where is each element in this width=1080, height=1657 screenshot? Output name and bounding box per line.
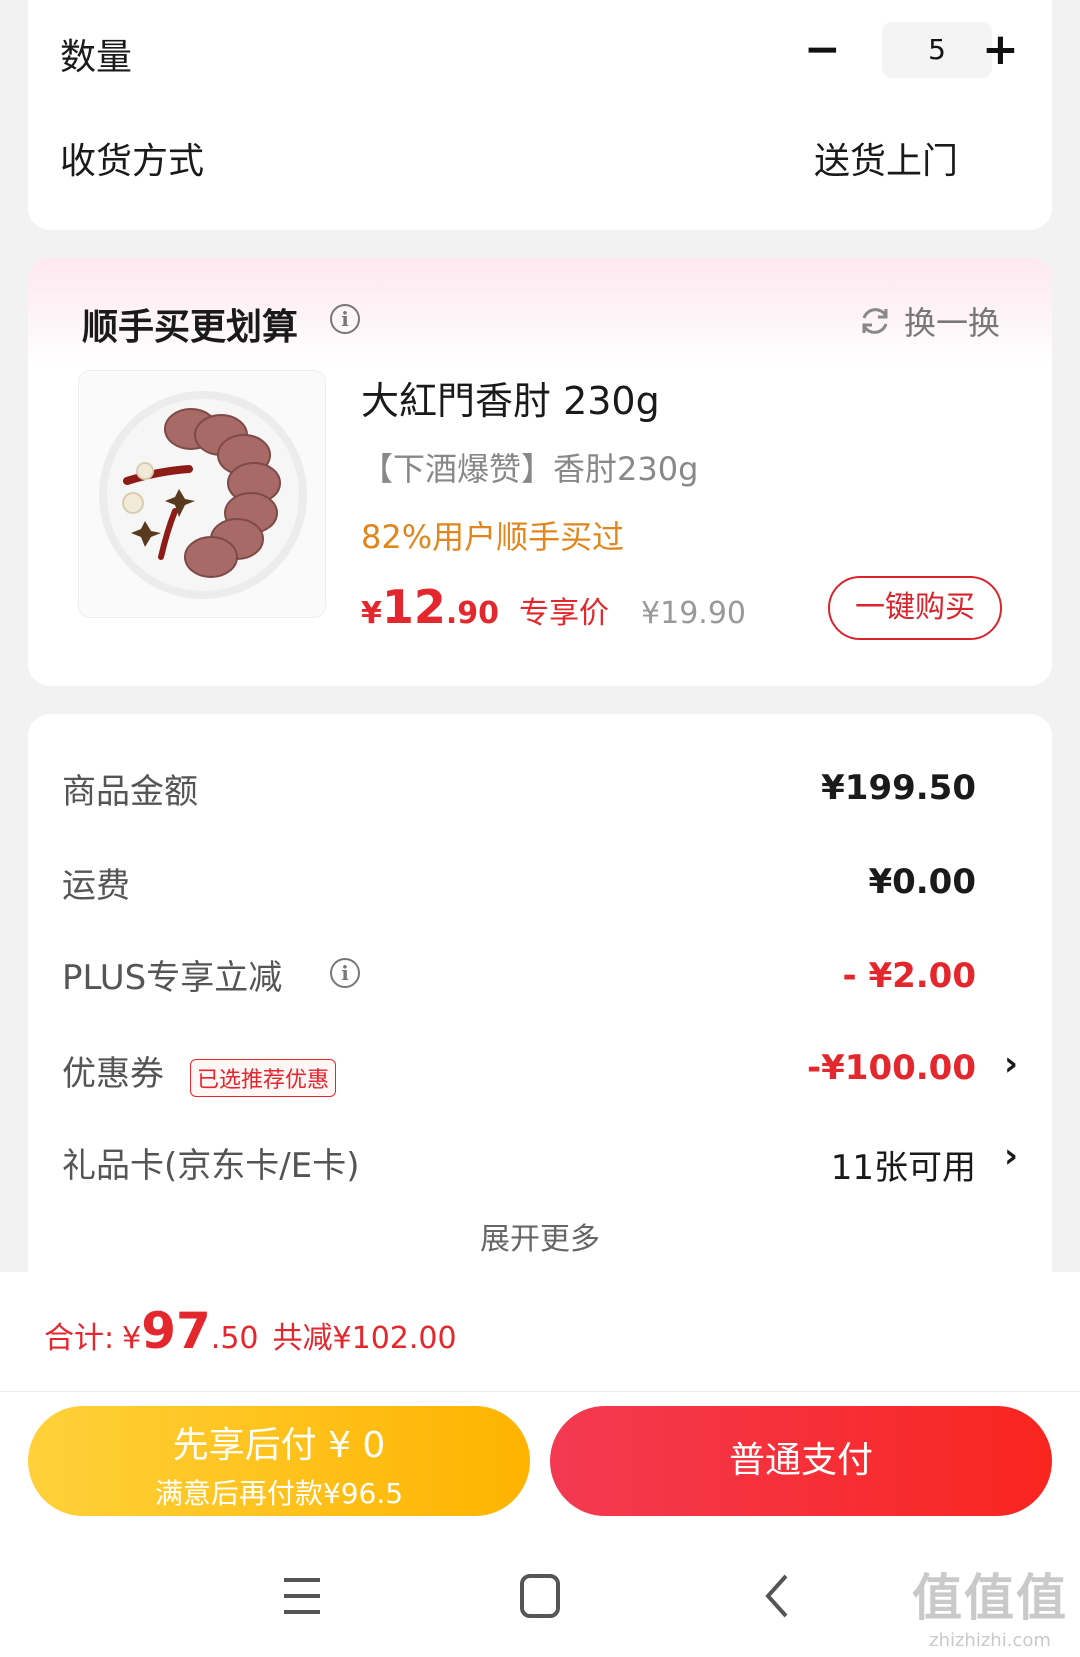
product-price: ¥ 12 .90 专享价 ¥19.90 — [361, 580, 746, 634]
order-total: 合计: ¥ 97 .50 共减¥102.00 — [44, 1302, 457, 1360]
system-nav-bar: 值值值 zhizhizhi.com — [0, 1532, 1080, 1657]
quantity-value[interactable]: 5 — [882, 22, 992, 78]
payment-bar: 先享后付 ¥ 0 满意后再付款¥96.5 普通支付 — [0, 1392, 1080, 1532]
order-options-card: 数量 − 5 + 收货方式 送货上门 — [28, 0, 1052, 230]
plus-discount-label: PLUS专享立减 — [62, 958, 283, 998]
one-click-buy-button[interactable]: 一键购买 — [828, 576, 1002, 640]
gift-card-label: 礼品卡(京东卡/E卡) — [62, 1146, 360, 1186]
goods-amount-label: 商品金额 — [62, 772, 198, 812]
delivery-method-label: 收货方式 — [60, 141, 205, 182]
price-symbol: ¥ — [361, 596, 382, 631]
info-icon[interactable]: i — [330, 304, 360, 334]
product-tag: 82%用户顺手买过 — [361, 518, 625, 556]
pay-later-subtitle: 满意后再付款¥96.5 — [154, 1477, 404, 1510]
refresh-label: 换一换 — [903, 304, 1000, 342]
product-name[interactable]: 大紅門香肘 230g — [361, 370, 660, 425]
total-label: 合计: — [44, 1321, 115, 1356]
total-decimal: .50 — [210, 1321, 259, 1356]
pay-later-title: 先享后付 ¥ 0 — [172, 1425, 386, 1466]
price-integer: 12 — [381, 580, 446, 634]
product-subtitle: 【下酒爆赞】香肘230g — [361, 450, 699, 488]
back-icon[interactable] — [748, 1568, 808, 1624]
coupon-chevron-icon[interactable]: › — [1004, 1044, 1018, 1084]
watermark-url: zhizhizhi.com — [929, 1630, 1051, 1651]
plus-discount-value: - ¥2.00 — [842, 956, 977, 996]
total-symbol: ¥ — [122, 1321, 142, 1356]
price-decimal: .90 — [445, 596, 500, 631]
quantity-decrease-button[interactable]: − — [804, 28, 841, 72]
watermark: 值值值 zhizhizhi.com — [912, 1558, 1068, 1651]
normal-pay-button[interactable]: 普通支付 — [550, 1406, 1052, 1516]
shipping-value: ¥0.00 — [868, 862, 976, 902]
coupon-value[interactable]: -¥100.00 — [807, 1048, 976, 1088]
sliced-pork-image — [99, 391, 307, 599]
upsell-card: 顺手买更划算 i 换一换 大紅門香肘 230g 【下酒爆赞】香肘230g 82%… — [28, 258, 1052, 686]
total-integer: 97 — [141, 1302, 211, 1360]
coupon-label: 优惠券 — [62, 1054, 164, 1094]
quantity-increase-button[interactable]: + — [982, 28, 1019, 72]
goods-amount-value: ¥199.50 — [821, 768, 976, 808]
upsell-title: 顺手买更划算 — [82, 307, 299, 348]
coupon-badge: 已选推荐优惠 — [190, 1059, 337, 1097]
gift-card-chevron-icon[interactable]: › — [1004, 1136, 1018, 1176]
price-label: 专享价 — [519, 596, 610, 631]
quantity-label: 数量 — [60, 37, 133, 78]
expand-more-button[interactable]: 展开更多 — [28, 1214, 1052, 1258]
refresh-icon — [862, 308, 888, 334]
total-bar: 合计: ¥ 97 .50 共减¥102.00 — [0, 1272, 1080, 1392]
refresh-button[interactable]: 换一换 — [858, 298, 1000, 344]
product-image[interactable] — [78, 370, 326, 618]
watermark-logo: 值值值 — [912, 1569, 1068, 1627]
pay-later-button[interactable]: 先享后付 ¥ 0 满意后再付款¥96.5 — [28, 1406, 530, 1516]
recent-apps-icon[interactable] — [272, 1568, 332, 1624]
plus-info-icon[interactable]: i — [330, 958, 360, 988]
home-icon[interactable] — [510, 1568, 570, 1624]
original-price: ¥19.90 — [641, 596, 747, 631]
price-summary-card: 商品金额 ¥199.50 运费 ¥0.00 PLUS专享立减 i - ¥2.00… — [28, 714, 1052, 1314]
gift-card-value[interactable]: 11张可用 — [831, 1140, 976, 1189]
delivery-method-value[interactable]: 送货上门 — [814, 132, 958, 184]
total-saved: 共减¥102.00 — [272, 1321, 457, 1356]
shipping-label: 运费 — [62, 866, 130, 906]
